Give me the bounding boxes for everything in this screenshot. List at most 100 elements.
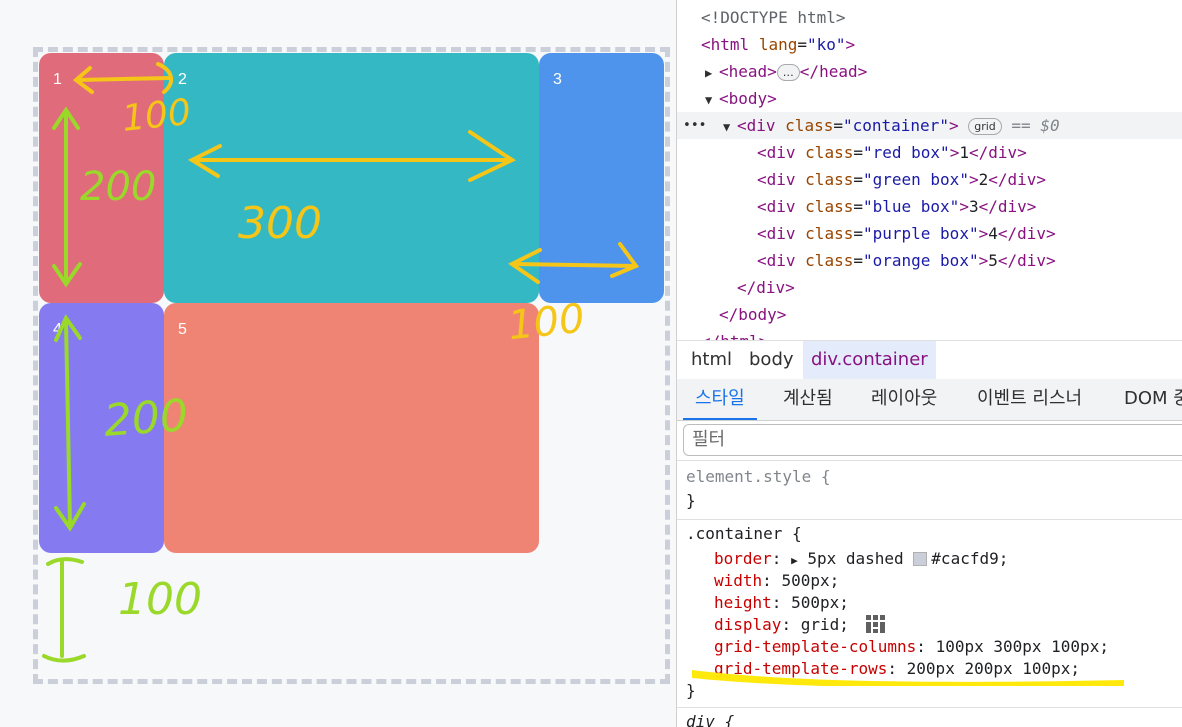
rule-divider [677,707,1182,708]
style-rule-height[interactable]: height: 500px; [714,592,849,614]
dom-node-child[interactable]: <div class="red box">1</div> [757,139,1027,166]
expand-triangle-icon[interactable]: ▶ [791,554,798,567]
tab-layout[interactable]: 레이아웃 [871,379,937,420]
tag-text: > [949,143,960,162]
tag-text: </div> [968,143,1027,162]
property-name: grid-template-columns [714,637,917,656]
tab-event-listeners[interactable]: 이벤트 리스너 [977,379,1082,420]
dom-node-child[interactable]: <div class="blue box">3</div> [757,193,1036,220]
tag-text: <head> [719,62,777,81]
tag-text: </html> [701,332,768,340]
style-selector-div[interactable]: div { [686,711,734,727]
collapse-triangle-icon[interactable]: ▼ [723,114,737,141]
breadcrumb-div-container[interactable]: div.container [803,341,936,379]
property-name: display [714,615,782,634]
dom-node-child[interactable]: <div class="purple box">4</div> [757,220,1056,247]
tag-text: <div [757,197,796,216]
dom-node-html-close[interactable]: </html> [701,328,768,340]
tag-text: </div> [988,170,1047,189]
dom-node-body[interactable]: ▼ <body> [705,85,777,112]
breadcrumb-html[interactable]: html [683,341,740,379]
property-value: 500px; [791,593,849,612]
breadcrumb-body[interactable]: body [741,341,802,379]
node-text: 4 [988,224,998,243]
grid-badge[interactable]: grid [968,118,1002,135]
selector-text: element.style { [686,467,831,486]
tag-text: </div> [737,278,795,297]
style-rule-grid-template-rows[interactable]: grid-template-rows: 200px 200px 100px; [714,658,1080,680]
attr-value: "ko" [806,35,846,54]
box-label: 4 [53,321,62,338]
more-actions-icon[interactable]: ••• [683,112,706,139]
tag-text: </body> [719,305,787,324]
property-name: border [714,549,772,568]
property-value: grid; [800,615,849,634]
tag-text: <div [757,251,796,270]
dom-node-doctype[interactable]: <!DOCTYPE html> [701,4,846,31]
node-text: 1 [959,143,969,162]
tag-text: <body> [719,89,777,108]
tag-text: > [978,224,989,243]
devtools-panel: <!DOCTYPE html> <html lang="ko"> ▶ <head>… [676,0,1182,727]
dom-node-body-close[interactable]: </body> [719,301,786,328]
attr-value: "container" [842,116,949,135]
box-green: 2 [164,53,539,303]
box-label: 1 [53,71,62,88]
tag-text: > [968,170,979,189]
node-text: 2 [978,170,989,189]
page-preview: 1 2 3 4 5 100 200 300 100 200 100 [0,0,676,727]
attr-name: lang [758,35,798,54]
dom-node-div-close[interactable]: </div> [737,274,795,301]
property-value: 200px 200px 100px; [906,659,1081,678]
style-selector-container[interactable]: .container { [686,523,802,545]
attr-name: class [805,197,854,216]
box-label: 3 [553,71,562,88]
breadcrumb: html body div.container [677,340,1182,379]
style-rule-width[interactable]: width: 500px; [714,570,839,592]
tag-text: </div> [997,251,1056,270]
grid-editor-icon[interactable] [865,614,887,634]
dom-tree: <!DOCTYPE html> <html lang="ko"> ▶ <head>… [677,0,1182,340]
node-text: 3 [968,197,979,216]
dom-node-child[interactable]: <div class="green box">2</div> [757,166,1046,193]
style-close-brace: } [686,491,696,510]
box-label: 2 [178,71,187,88]
dom-node-html[interactable]: <html lang="ko"> [701,31,855,58]
ellipsis-badge[interactable]: … [776,64,800,81]
dom-node-child[interactable]: <div class="orange box">5</div> [757,247,1056,274]
tag-text: </div> [997,224,1056,243]
color-swatch-icon[interactable] [913,552,928,566]
property-name: height [714,593,772,612]
attr-name: class [785,116,834,135]
attr-name: class [805,170,854,189]
attr-name: class [805,251,854,270]
style-selector-element[interactable]: element.style { [686,466,831,488]
doctype-text: <!DOCTYPE html> [701,8,846,27]
dom-node-head[interactable]: ▶ <head>… </head> [705,58,867,85]
styles-pane: element.style { } .container { border: ▶… [677,460,1182,727]
filter-input[interactable]: 필터 [683,424,1182,456]
property-value: 100px 300px 100px; [935,637,1109,656]
tag-text: > [978,251,989,270]
property-value: 5px dashed [807,549,904,568]
tag-text: <html [701,35,750,54]
expand-triangle-icon[interactable]: ▶ [705,60,719,87]
box-purple: 4 [39,303,164,553]
box-label: 5 [178,321,187,338]
style-rule-display[interactable]: display: grid; [714,614,887,636]
style-rule-border[interactable]: border: ▶ 5px dashed #cacfd9; [714,548,1008,570]
tab-dom-breakpoints[interactable]: DOM 중 [1124,379,1182,420]
dom-node-container-selected[interactable]: ••• ▼ <div class="container"> grid == $0 [677,112,1182,139]
rule-divider [677,519,1182,520]
tab-styles[interactable]: 스타일 [683,379,757,420]
tag-text: <div [757,143,796,162]
tab-computed[interactable]: 계산됨 [783,379,833,420]
style-rule-grid-template-columns[interactable]: grid-template-columns: 100px 300px 100px… [714,636,1109,658]
box-orange: 5 [164,303,539,553]
attr-value: "purple box" [862,224,979,243]
collapse-triangle-icon[interactable]: ▼ [705,87,719,114]
property-name: width [714,571,763,590]
tag-text: </head> [799,62,868,81]
box-red: 1 [39,53,164,303]
tag-text: <div [737,116,776,135]
